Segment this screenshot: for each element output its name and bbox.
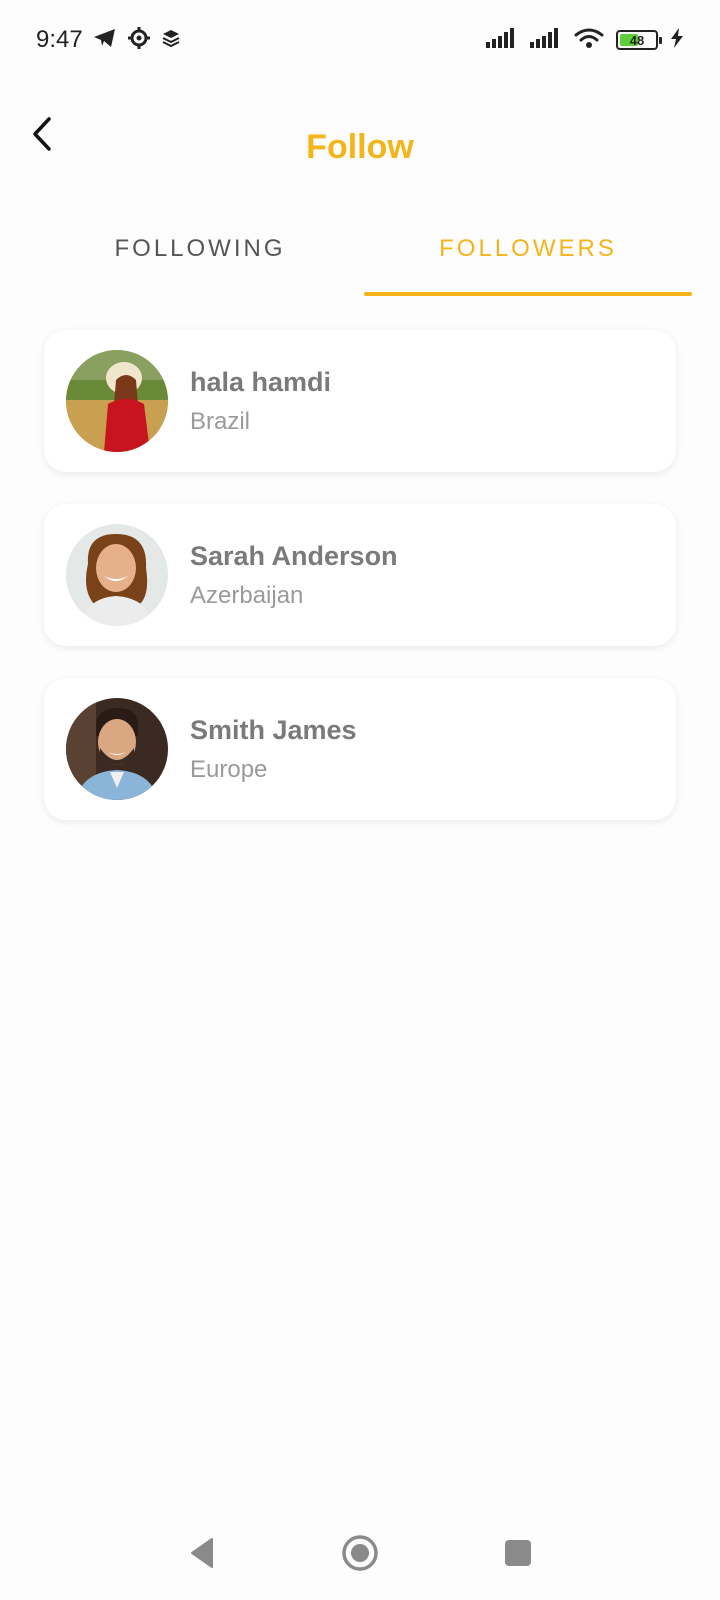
- status-bar: 9:47 48: [0, 0, 720, 80]
- follower-info: Sarah Anderson Azerbaijan: [190, 541, 398, 610]
- nav-home-button[interactable]: [336, 1531, 384, 1579]
- follower-card[interactable]: Sarah Anderson Azerbaijan: [44, 504, 676, 646]
- follower-location: Azerbaijan: [190, 581, 304, 609]
- app-header: Follow: [0, 100, 720, 200]
- follower-info: hala hamdi Brazil: [190, 367, 331, 436]
- layers-icon: [161, 28, 181, 53]
- tab-following[interactable]: FOLLOWING: [36, 222, 364, 296]
- follower-card[interactable]: Smith James Europe: [44, 678, 676, 820]
- status-time: 9:47: [36, 26, 83, 53]
- follower-card[interactable]: hala hamdi Brazil: [44, 330, 676, 472]
- follower-info: Smith James Europe: [190, 715, 357, 784]
- back-triangle-icon: [188, 1537, 216, 1574]
- battery-level: 48: [629, 32, 645, 48]
- nav-recents-button[interactable]: [494, 1531, 542, 1579]
- followers-list: hala hamdi Brazil Sarah Anderson Azerbai…: [44, 330, 676, 852]
- follower-location: Brazil: [190, 407, 251, 435]
- system-nav-bar: [0, 1510, 720, 1600]
- status-bar-left: 9:47: [36, 26, 181, 55]
- home-circle-icon: [341, 1534, 379, 1577]
- tab-followers[interactable]: FOLLOWERS: [364, 222, 692, 296]
- page-title: Follow: [306, 128, 414, 166]
- battery-icon: 48: [616, 30, 662, 50]
- wifi-icon: [574, 27, 604, 54]
- avatar: [66, 698, 168, 800]
- follower-location: Europe: [190, 755, 268, 783]
- charging-icon: [670, 27, 684, 53]
- nav-back-button[interactable]: [178, 1531, 226, 1579]
- avatar: [66, 350, 168, 452]
- follower-name: Smith James: [190, 714, 357, 745]
- follower-name: Sarah Anderson: [190, 540, 398, 571]
- follower-name: hala hamdi: [190, 366, 332, 397]
- recents-square-icon: [504, 1539, 532, 1572]
- settings-icon: [127, 26, 151, 55]
- status-bar-right: 48: [486, 27, 684, 54]
- telegram-icon: [93, 27, 117, 54]
- signal-icon-2: [530, 27, 562, 53]
- follow-tabs: FOLLOWING FOLLOWERS: [36, 222, 692, 296]
- avatar: [66, 524, 168, 626]
- signal-icon: [486, 27, 518, 53]
